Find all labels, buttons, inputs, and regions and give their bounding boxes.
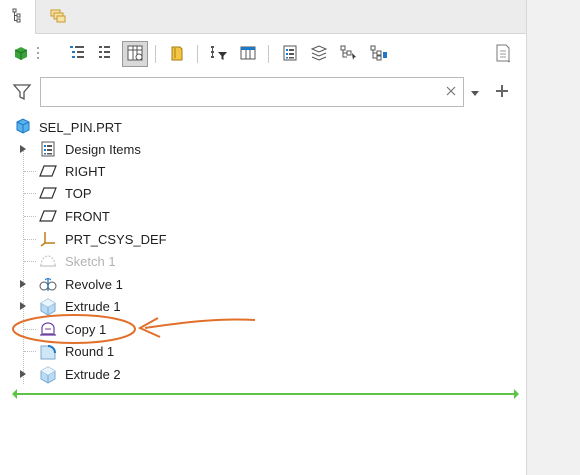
model-display-button[interactable] bbox=[8, 41, 34, 67]
layers-icon bbox=[309, 44, 329, 65]
tree-item-right[interactable]: RIGHT bbox=[0, 160, 526, 182]
tree-columns-icon bbox=[126, 44, 144, 65]
tree-item-label: Revolve 1 bbox=[65, 276, 123, 292]
tab-model-tree[interactable] bbox=[0, 0, 36, 34]
sketch-icon bbox=[37, 250, 59, 272]
tree-expand-icon bbox=[68, 44, 86, 65]
grip-icon bbox=[36, 46, 40, 63]
tree-item-design-items[interactable]: Design Items bbox=[0, 138, 526, 160]
tree-item-round-1[interactable]: Round 1 bbox=[0, 340, 526, 362]
tree-item-revolve-1[interactable]: Revolve 1 bbox=[0, 273, 526, 295]
layers-button[interactable] bbox=[306, 41, 332, 67]
model-tree-panel: SEL_PIN.PRT Design Items RIGHT TOP FRONT… bbox=[0, 0, 526, 475]
clear-search-icon[interactable] bbox=[442, 82, 460, 100]
tree-connector bbox=[24, 261, 36, 262]
toolbar-separator bbox=[268, 45, 269, 63]
tree-item-front[interactable]: FRONT bbox=[0, 205, 526, 227]
datum-plane-icon bbox=[37, 182, 59, 204]
model-display-icon bbox=[12, 44, 30, 65]
toolbar-separator bbox=[155, 45, 156, 63]
extrude-icon bbox=[37, 295, 59, 317]
toolbar-separator bbox=[197, 45, 198, 63]
expand-all-button[interactable] bbox=[64, 41, 90, 67]
revolve-icon bbox=[37, 273, 59, 295]
tree-filter-button[interactable] bbox=[206, 41, 232, 67]
tree-item-label: Design Items bbox=[65, 141, 141, 157]
tree-item-label: PRT_CSYS_DEF bbox=[65, 231, 167, 247]
tree-root-label: SEL_PIN.PRT bbox=[39, 119, 122, 135]
filter-icon[interactable] bbox=[12, 82, 32, 105]
notes-icon bbox=[494, 43, 512, 66]
find-icon bbox=[339, 44, 359, 65]
tree-item-csys[interactable]: PRT_CSYS_DEF bbox=[0, 228, 526, 250]
tree-item-extrude-1[interactable]: Extrude 1 bbox=[0, 295, 526, 317]
tree-item-label: Round 1 bbox=[65, 343, 115, 359]
tree-item-label: TOP bbox=[65, 185, 92, 201]
model-tree-toolbar bbox=[0, 36, 526, 74]
tree-root[interactable]: SEL_PIN.PRT bbox=[0, 116, 526, 138]
notes-button[interactable] bbox=[490, 41, 516, 67]
tree-settings-icon bbox=[239, 44, 257, 65]
layers-tab-icon bbox=[49, 8, 67, 27]
tree-connector bbox=[24, 216, 36, 217]
navigator-tabs bbox=[0, 0, 526, 34]
copy-icon bbox=[37, 318, 59, 340]
datum-plane-icon bbox=[37, 205, 59, 227]
insert-folder-button[interactable] bbox=[164, 41, 190, 67]
tree-item-label: RIGHT bbox=[65, 163, 106, 179]
tree-item-sketch-1[interactable]: Sketch 1 bbox=[0, 250, 526, 272]
tree-search-row bbox=[0, 76, 526, 108]
tree-settings-button[interactable] bbox=[235, 41, 261, 67]
tree-connector bbox=[24, 239, 36, 240]
tree-item-label: Sketch 1 bbox=[65, 253, 116, 269]
tree-connector bbox=[24, 193, 36, 194]
find-button[interactable] bbox=[336, 41, 362, 67]
tree-search-input[interactable] bbox=[40, 77, 464, 107]
tree-collapse-icon bbox=[96, 44, 114, 65]
expand-arrow-icon[interactable] bbox=[18, 363, 28, 385]
tree-connector bbox=[24, 171, 36, 172]
tree-item-label: Extrude 2 bbox=[65, 366, 121, 382]
csys-icon bbox=[37, 228, 59, 250]
tree-item-extrude-2[interactable]: Extrude 2 bbox=[0, 363, 526, 385]
tab-layers[interactable] bbox=[40, 0, 76, 34]
part-icon bbox=[14, 117, 32, 138]
tree-item-top[interactable]: TOP bbox=[0, 182, 526, 204]
hierarchy-icon bbox=[369, 44, 389, 65]
tree-item-label: Extrude 1 bbox=[65, 298, 121, 314]
insert-here-line[interactable] bbox=[14, 393, 516, 395]
collapse-all-button[interactable] bbox=[92, 41, 118, 67]
design-items-icon bbox=[37, 138, 59, 160]
toolbar-grip bbox=[33, 41, 43, 67]
tree-item-copy-1[interactable]: Copy 1 bbox=[0, 318, 526, 340]
insert-folder-icon bbox=[168, 44, 186, 65]
tree-filter-icon bbox=[209, 44, 229, 65]
graphics-area-edge bbox=[526, 0, 580, 475]
insert-line-right-cap bbox=[514, 389, 519, 399]
datum-plane-icon bbox=[37, 160, 59, 182]
tree-connector bbox=[24, 329, 36, 330]
tree-columns-button[interactable] bbox=[122, 41, 148, 67]
hierarchy-button[interactable] bbox=[366, 41, 392, 67]
tree-item-label: FRONT bbox=[65, 208, 110, 224]
tree-item-label: Copy 1 bbox=[65, 321, 107, 337]
expand-arrow-icon[interactable] bbox=[18, 273, 28, 295]
show-list-icon bbox=[281, 44, 299, 65]
show-list-button[interactable] bbox=[277, 41, 303, 67]
extrude-icon bbox=[37, 363, 59, 385]
search-options-dropdown-icon[interactable] bbox=[470, 86, 480, 101]
expand-arrow-icon[interactable] bbox=[18, 295, 28, 317]
tree-connector bbox=[24, 351, 36, 352]
expand-arrow-icon[interactable] bbox=[18, 138, 28, 160]
add-filter-icon[interactable] bbox=[494, 83, 510, 102]
round-icon bbox=[37, 340, 59, 362]
model-tree-tab-icon bbox=[10, 8, 26, 27]
